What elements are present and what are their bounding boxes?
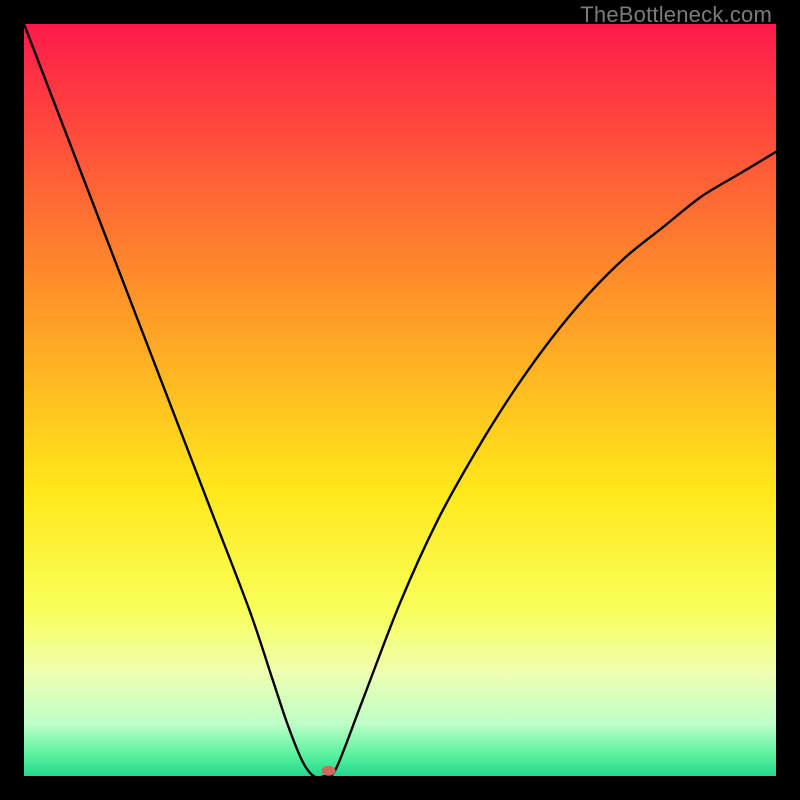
curve-minimum-marker — [322, 766, 336, 776]
gradient-background — [24, 24, 776, 776]
watermark-text: TheBottleneck.com — [580, 2, 772, 28]
chart-frame — [24, 24, 776, 776]
bottleneck-chart — [24, 24, 776, 776]
